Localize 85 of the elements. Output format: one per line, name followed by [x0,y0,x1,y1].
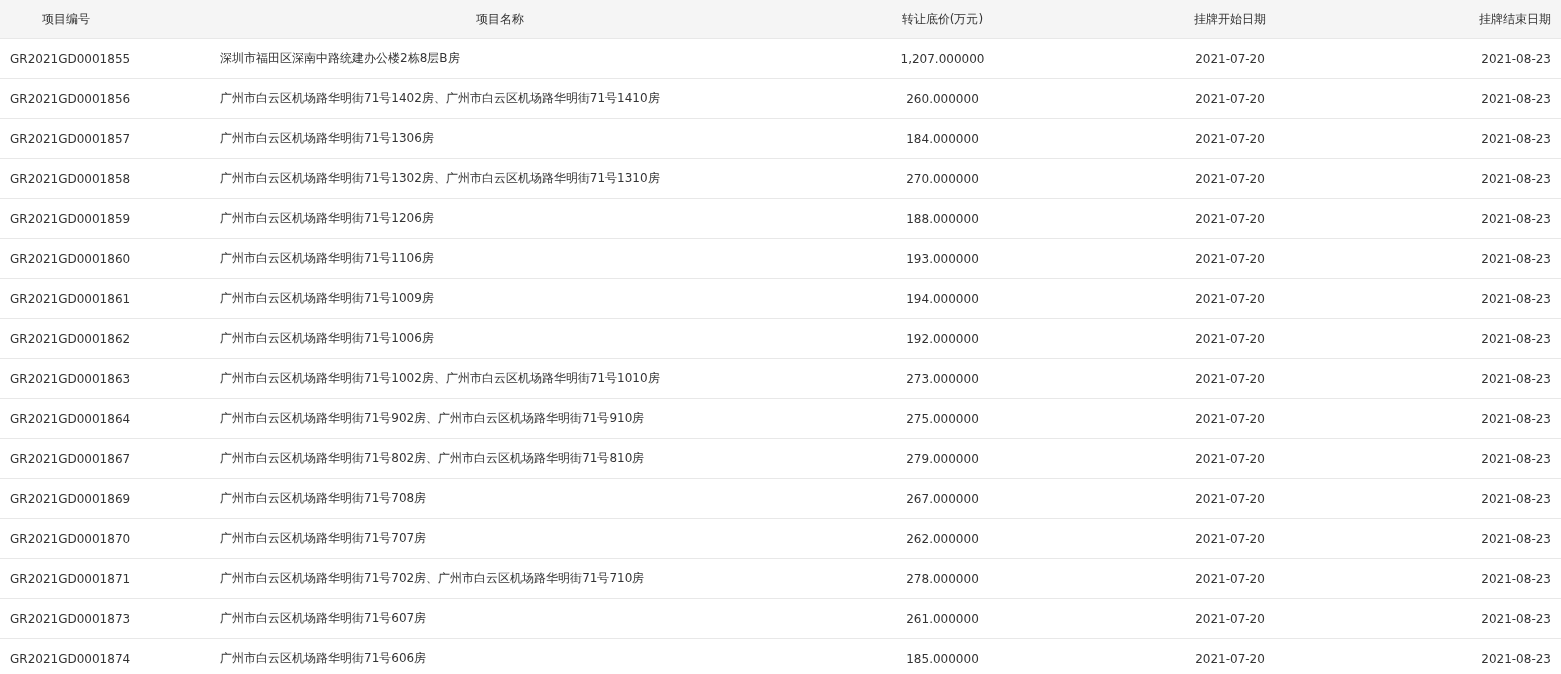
table-cell: 2021-07-20 [1195,211,1265,226]
table-cell: GR2021GD0001864 [10,411,131,426]
table-cell: GR2021GD0001869 [10,491,131,506]
table-cell: 2021-07-20 [1195,51,1265,66]
table-cell: 广州市白云区机场路华明街71号1006房 [220,331,434,345]
table-cell: 广州市白云区机场路华明街71号1306房 [220,131,434,145]
table-cell: 2021-08-23 [1481,531,1551,546]
table-cell: 2021-08-23 [1481,91,1551,106]
table-cell: 广州市白云区机场路华明街71号1106房 [220,251,434,265]
table-cell: 广州市白云区机场路华明街71号708房 [220,491,427,505]
column-header: 挂牌开始日期 [1194,11,1266,26]
table-cell: GR2021GD0001870 [10,531,131,546]
table-cell: 1,207.000000 [900,51,985,66]
table-cell: GR2021GD0001873 [10,611,131,626]
table-cell: 273.000000 [906,371,979,386]
table-cell: 2021-08-23 [1481,331,1551,346]
table-cell: 2021-07-20 [1195,371,1265,386]
table-cell: 262.000000 [906,531,979,546]
column-header: 转让底价(万元) [901,11,984,26]
table-cell: 2021-08-23 [1481,451,1551,466]
table-cell: GR2021GD0001859 [10,211,131,226]
table-cell: 广州市白云区机场路华明街71号607房 [220,611,427,625]
table-cell: 188.000000 [906,211,979,226]
table-cell: 2021-07-20 [1195,491,1265,506]
table-cell: 2021-07-20 [1195,651,1265,666]
table-cell: GR2021GD0001860 [10,251,131,266]
table-cell: 194.000000 [906,291,979,306]
table-cell: 2021-07-20 [1195,251,1265,266]
table-cell: 2021-07-20 [1195,131,1265,146]
table-cell: 184.000000 [906,131,979,146]
table-cell: 广州市白云区机场路华明街71号702房、广州市白云区机场路华明街71号710房 [220,571,645,585]
table-cell: 2021-08-23 [1481,571,1551,586]
table-cell: 278.000000 [906,571,979,586]
table-cell: 2021-07-20 [1195,171,1265,186]
table-cell: 2021-07-20 [1195,331,1265,346]
table-cell: 185.000000 [906,651,979,666]
table-cell: 2021-08-23 [1481,371,1551,386]
table-cell: 2021-07-20 [1195,451,1265,466]
table-cell: GR2021GD0001857 [10,131,131,146]
table-cell: 2021-08-23 [1481,651,1551,666]
table-cell: 2021-07-20 [1195,91,1265,106]
table-cell: 广州市白云区机场路华明街71号802房、广州市白云区机场路华明街71号810房 [220,451,645,465]
table-cell: 279.000000 [906,451,979,466]
table-cell: GR2021GD0001874 [10,651,131,666]
table-cell: GR2021GD0001862 [10,331,131,346]
column-header: 项目编号 [42,11,90,26]
table-cell: 2021-08-23 [1481,211,1551,226]
table-cell: 2021-08-23 [1481,251,1551,266]
table-cell: GR2021GD0001855 [10,51,131,66]
table-cell: 深圳市福田区深南中路统建办公楼2栋8层B房 [220,51,460,65]
table-cell: GR2021GD0001856 [10,91,131,106]
table-cell: 2021-07-20 [1195,291,1265,306]
table-cell: 267.000000 [906,491,979,506]
table-cell: 2021-08-23 [1481,291,1551,306]
table-cell: 275.000000 [906,411,979,426]
table-cell: 广州市白云区机场路华明街71号1206房 [220,211,434,225]
table-cell: 192.000000 [906,331,979,346]
table-cell: GR2021GD0001858 [10,171,131,186]
table-cell: 广州市白云区机场路华明街71号1002房、广州市白云区机场路华明街71号1010房 [220,371,660,385]
table-cell: 270.000000 [906,171,979,186]
table-cell: 广州市白云区机场路华明街71号1009房 [220,291,434,305]
table-cell: GR2021GD0001867 [10,451,131,466]
table-cell: GR2021GD0001863 [10,371,131,386]
table-cell: 2021-08-23 [1481,491,1551,506]
table-cell: 2021-08-23 [1481,411,1551,426]
table-cell: GR2021GD0001871 [10,571,131,586]
table-cell: 2021-07-20 [1195,411,1265,426]
table-cell: 广州市白云区机场路华明街71号1402房、广州市白云区机场路华明街71号1410房 [220,91,660,105]
table-cell: 2021-07-20 [1195,571,1265,586]
column-header: 挂牌结束日期 [1479,11,1551,26]
table-cell: GR2021GD0001861 [10,291,131,306]
table-cell: 2021-08-23 [1481,51,1551,66]
table-cell: 2021-08-23 [1481,131,1551,146]
table-cell: 2021-08-23 [1481,171,1551,186]
table-cell: 2021-08-23 [1481,611,1551,626]
table-cell: 广州市白云区机场路华明街71号902房、广州市白云区机场路华明街71号910房 [220,411,645,425]
table-cell: 2021-07-20 [1195,531,1265,546]
table-cell: 广州市白云区机场路华明街71号707房 [220,531,427,545]
table-cell: 广州市白云区机场路华明街71号1302房、广州市白云区机场路华明街71号1310房 [220,171,660,185]
table-cell: 广州市白云区机场路华明街71号606房 [220,651,427,665]
table-cell: 193.000000 [906,251,979,266]
table-cell: 260.000000 [906,91,979,106]
table-cell: 261.000000 [906,611,979,626]
table-cell: 2021-07-20 [1195,611,1265,626]
column-header: 项目名称 [476,11,524,26]
